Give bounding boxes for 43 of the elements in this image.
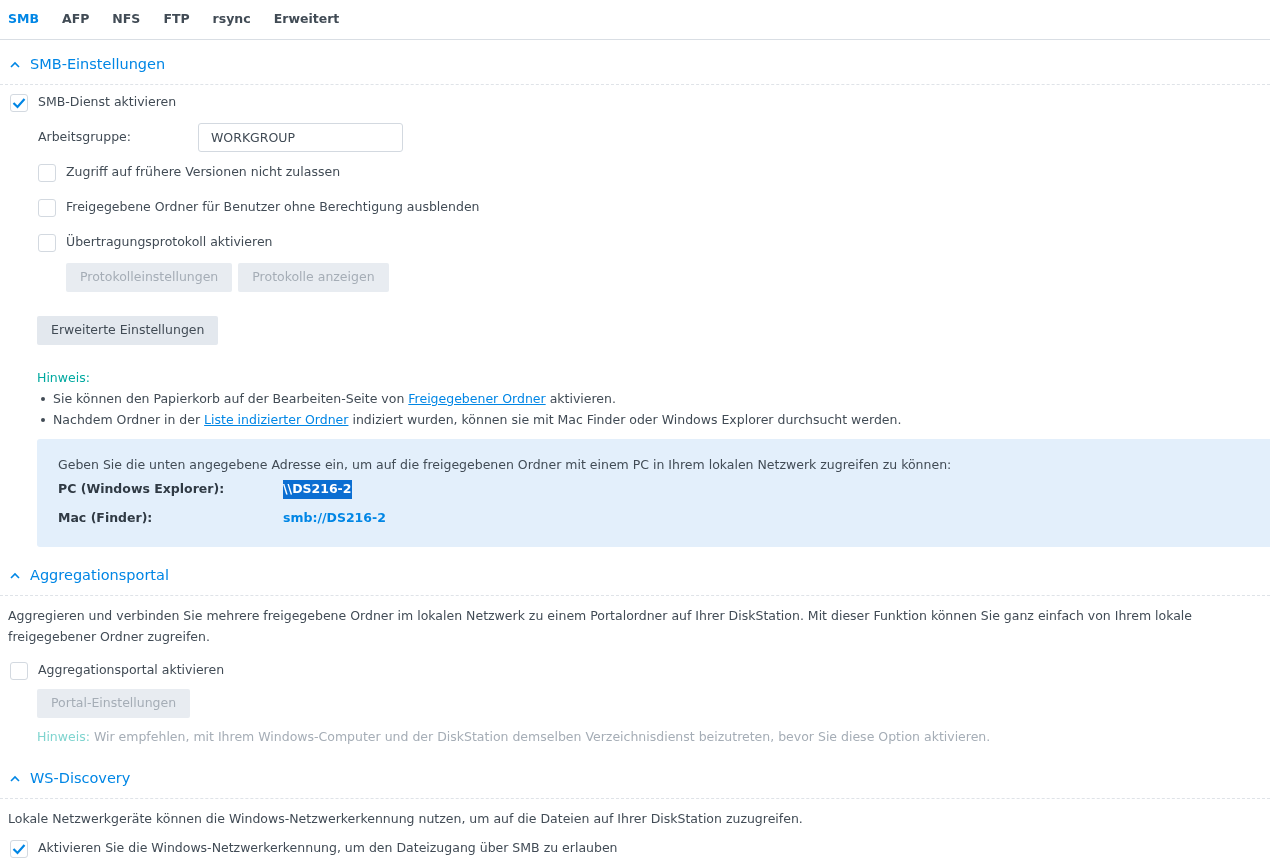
link[interactable]: Freigegebener Ordner bbox=[408, 391, 546, 406]
tab[interactable]: SMB bbox=[8, 10, 39, 29]
description-text: Aggregieren und verbinden Sie mehrere freigegebene Ordner im lokalen Netzwerk zu einem Portalordner auf Ihrer DiskStation. Mit dieser Funktion können Sie ganz einfach von Ihrem lokale bbox=[8, 607, 1194, 625]
tab[interactable]: FTP bbox=[163, 10, 190, 29]
section-title[interactable]: SMB-Einstellungen bbox=[30, 53, 166, 76]
checkbox[interactable] bbox=[38, 233, 56, 252]
bullet-icon bbox=[41, 397, 45, 401]
note-text: Sie können den Papierkorb auf der Bearbeiten-Seite von Freigegebener Ordner aktivieren. bbox=[53, 390, 616, 408]
tab[interactable]: rsync bbox=[212, 10, 251, 29]
checkbox-label: Übertragungsprotokoll aktivieren bbox=[66, 233, 273, 252]
checkbox-label: Aktivieren Sie die Windows-Netzwerkerkennung, um den Dateizugang über SMB zu erlauben bbox=[38, 839, 618, 858]
note-title: Hinweis: bbox=[37, 369, 91, 387]
button[interactable]: Erweiterte Einstellungen bbox=[37, 316, 219, 345]
chevron-up-icon[interactable] bbox=[10, 61, 20, 68]
address-value: \\DS216-2 bbox=[283, 480, 352, 499]
chevron-up-icon[interactable] bbox=[10, 775, 20, 782]
address-value: smb://DS216-2 bbox=[283, 509, 386, 528]
bullet-icon bbox=[41, 418, 45, 422]
checkbox[interactable] bbox=[38, 163, 56, 182]
checkbox-label: Freigegebene Ordner für Benutzer ohne Berechtigung ausblenden bbox=[66, 198, 480, 217]
section-title[interactable]: Aggregationsportal bbox=[30, 564, 169, 587]
hint-text: Hinweis: Wir empfehlen, mit Ihrem Windows-Computer und der DiskStation demselben Verzeichnisdienst beizutreten, bevor Sie diese Option aktivieren. bbox=[36, 728, 992, 746]
workgroup-field[interactable]: WORKGROUP bbox=[198, 123, 403, 152]
checkbox[interactable] bbox=[10, 839, 28, 858]
info-text: Geben Sie die unten angegebene Adresse ein, um auf die freigegebenen Ordner mit einem PC in Ihrem lokalen Netzwerk zugreifen zu können: bbox=[58, 456, 953, 474]
checkbox[interactable] bbox=[10, 93, 28, 112]
checkbox-label: Zugriff auf frühere Versionen nicht zulassen bbox=[66, 163, 341, 182]
tab[interactable]: NFS bbox=[112, 10, 141, 29]
tab[interactable]: AFP bbox=[62, 10, 90, 29]
checkbox-label: Aggregationsportal aktivieren bbox=[38, 661, 225, 680]
checkbox[interactable] bbox=[38, 198, 56, 217]
link[interactable]: Liste indizierter Ordner bbox=[204, 412, 349, 427]
note-text: Nachdem Ordner in der Liste indizierter Ordner indiziert wurden, können sie mit Mac Finder oder Windows Explorer durchsucht werden. bbox=[53, 411, 902, 429]
checkbox-label: SMB-Dienst aktivieren bbox=[38, 93, 177, 112]
description-text: Lokale Netzwerkgeräte können die Windows-Netzwerkerkennung nutzen, um auf die Dateien auf Ihrer DiskStation zuzugreifen. bbox=[7, 810, 804, 828]
address-label: PC (Windows Explorer): bbox=[58, 480, 226, 499]
checkbox[interactable] bbox=[10, 661, 28, 680]
field-label: Arbeitsgruppe: bbox=[38, 128, 132, 147]
description-text: freigegebener Ordner zugreifen. bbox=[8, 628, 211, 646]
chevron-up-icon[interactable] bbox=[10, 572, 20, 579]
section-title[interactable]: WS-Discovery bbox=[30, 767, 131, 790]
address-label: Mac (Finder): bbox=[58, 509, 154, 528]
tab[interactable]: Erweitert bbox=[273, 10, 340, 29]
